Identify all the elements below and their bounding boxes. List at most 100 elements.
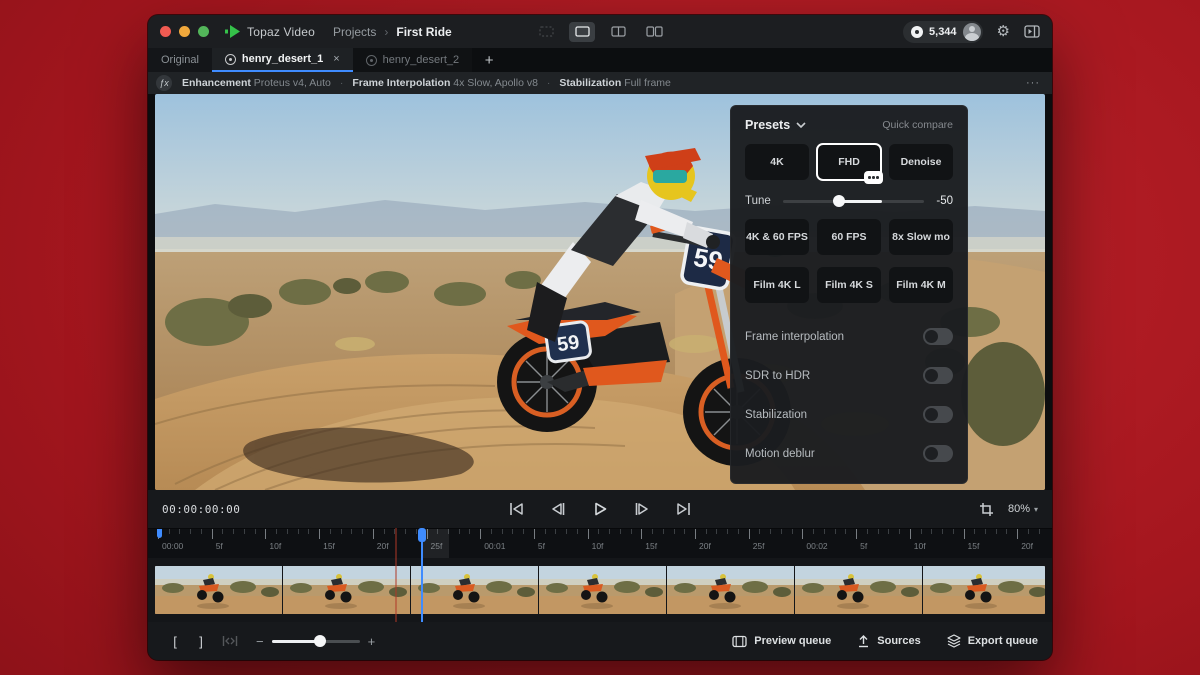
close-window-button[interactable] (160, 26, 171, 37)
pipeline-step-stabilization[interactable]: Stabilization Full frame (559, 77, 670, 89)
video-clip-icon (366, 55, 377, 66)
preset-film4km-button[interactable]: Film 4K M (889, 267, 953, 303)
overlay-view-button[interactable] (533, 22, 559, 42)
preset-4k-button[interactable]: 4K (745, 144, 809, 180)
in-point-marker[interactable] (157, 529, 162, 538)
timeline-zoom-out-button[interactable]: − (256, 634, 264, 649)
timeline-ruler[interactable]: 00:005f10f15f20f25f00:015f10f15f20f25f00… (148, 528, 1052, 558)
timeline-zoom-slider[interactable] (272, 640, 360, 643)
single-view-button[interactable] (569, 22, 595, 42)
ruler-minor-tick (738, 529, 739, 534)
presets-dropdown[interactable]: Presets (745, 118, 806, 132)
chevron-down-icon (796, 122, 806, 128)
set-out-point-button[interactable]: ] (188, 629, 214, 653)
video-viewer[interactable]: 59 59 (148, 94, 1052, 490)
pipeline-more-button[interactable]: ··· (1026, 77, 1040, 89)
pipeline-step-frame-interpolation[interactable]: Frame Interpolation 4x Slow, Apollo v8 (352, 77, 538, 89)
toggle-right-panel-icon[interactable] (1024, 25, 1040, 38)
preset-film4ks-button[interactable]: Film 4K S (817, 267, 881, 303)
avatar[interactable] (963, 23, 981, 41)
next-frame-button[interactable] (631, 498, 653, 520)
credits-badge[interactable]: 5,344 (903, 21, 983, 43)
split-view-button[interactable] (605, 22, 631, 42)
playhead-handle[interactable] (418, 528, 426, 542)
timeline-zoom-in-button[interactable]: + (368, 634, 376, 649)
filmstrip-thumbnail[interactable] (411, 566, 538, 614)
previous-frame-button[interactable] (547, 498, 569, 520)
filmstrip-thumbnail[interactable] (923, 566, 1045, 614)
filmstrip-thumbnail[interactable] (155, 566, 282, 614)
preview-queue-label: Preview queue (754, 635, 831, 647)
fit-timeline-icon[interactable] (222, 635, 238, 647)
viewer-zoom-dropdown[interactable]: 80% ▾ (1008, 503, 1038, 515)
viewer-zoom-value: 80% (1008, 503, 1030, 515)
ruler-tick-label: 10f (592, 541, 604, 551)
ruler-minor-tick (867, 529, 868, 534)
filmstrip-thumbnail[interactable] (539, 566, 666, 614)
skip-to-end-button[interactable] (673, 498, 695, 520)
app-window: Topaz Video Projects › First Ride 5, (148, 15, 1052, 660)
upload-icon (857, 635, 870, 648)
tune-slider[interactable] (783, 195, 925, 207)
pipeline-step-enhancement[interactable]: Enhancement Proteus v4, Auto (182, 77, 331, 89)
ruler-minor-tick (1039, 529, 1040, 534)
pipeline-step-value: Proteus v4, Auto (254, 77, 331, 89)
stabilization-toggle[interactable] (923, 406, 953, 423)
ruler-minor-tick (577, 529, 578, 534)
ruler-minor-tick (674, 529, 675, 534)
minimize-window-button[interactable] (179, 26, 190, 37)
quick-compare-button[interactable]: Quick compare (882, 119, 953, 131)
credits-coin-icon (911, 26, 923, 38)
filmstrip-thumbnail[interactable] (667, 566, 794, 614)
skip-to-start-button[interactable] (505, 498, 527, 520)
preset-film4kl-button[interactable]: Film 4K L (745, 267, 809, 303)
ruler-minor-tick (835, 529, 836, 534)
ruler-major-tick (212, 529, 213, 539)
filmstrip[interactable] (148, 558, 1052, 622)
side-by-side-view-button[interactable] (641, 22, 667, 42)
preset-4k60fps-button[interactable]: 4K & 60 FPS (745, 219, 809, 255)
feature-toggles: Frame interpolation SDR to HDR Stabiliza… (745, 317, 953, 473)
ruler-minor-tick (953, 529, 954, 534)
settings-gear-icon[interactable]: ⚙ (997, 24, 1010, 39)
ruler-minor-tick (491, 529, 492, 534)
sources-button[interactable]: Sources (857, 635, 920, 648)
crop-icon[interactable] (979, 502, 994, 517)
frame-interpolation-toggle[interactable] (923, 328, 953, 345)
preset-fhd-button[interactable]: FHD (817, 144, 881, 180)
ruler-minor-tick (684, 529, 685, 534)
tab-henry-desert-2[interactable]: henry_desert_2 (353, 48, 472, 72)
tab-henry-desert-1[interactable]: henry_desert_1 × (212, 48, 353, 72)
zoom-window-button[interactable] (198, 26, 209, 37)
transport-bar: 00:00:00:00 80% (148, 490, 1052, 528)
set-in-point-button[interactable]: [ (162, 629, 188, 653)
ruler-minor-tick (996, 529, 997, 534)
breadcrumb-projects[interactable]: Projects (333, 25, 376, 39)
tune-slider-handle[interactable] (833, 195, 845, 207)
filmstrip-thumbnail[interactable] (283, 566, 410, 614)
preset-8x-slowmo-button[interactable]: 8x Slow mo (889, 219, 953, 255)
motion-deblur-toggle[interactable] (923, 445, 953, 462)
playhead[interactable] (421, 528, 423, 622)
timeline-zoom-handle[interactable] (314, 635, 326, 647)
tab-original[interactable]: Original (148, 48, 212, 72)
sdr-to-hdr-toggle[interactable] (923, 367, 953, 384)
ruler-minor-tick (792, 529, 793, 534)
preview-queue-button[interactable]: Preview queue (732, 635, 831, 648)
play-button[interactable] (589, 498, 611, 520)
ruler-minor-tick (845, 529, 846, 534)
preset-denoise-button[interactable]: Denoise (889, 144, 953, 180)
sources-label: Sources (877, 635, 920, 647)
sdr-to-hdr-label: SDR to HDR (745, 370, 810, 382)
pipeline-step-name: Stabilization (559, 77, 621, 89)
export-queue-button[interactable]: Export queue (947, 634, 1038, 648)
close-tab-icon[interactable]: × (333, 53, 339, 65)
preset-60fps-button[interactable]: 60 FPS (817, 219, 881, 255)
pipeline-step-name: Frame Interpolation (352, 77, 450, 89)
ruler-minor-tick (459, 529, 460, 534)
new-tab-button[interactable]: + (472, 48, 506, 72)
filmstrip-thumbnail[interactable] (795, 566, 922, 614)
ruler-tick-label: 20f (1021, 541, 1033, 551)
ruler-minor-tick (555, 529, 556, 534)
preset-options-icon[interactable] (864, 171, 883, 184)
